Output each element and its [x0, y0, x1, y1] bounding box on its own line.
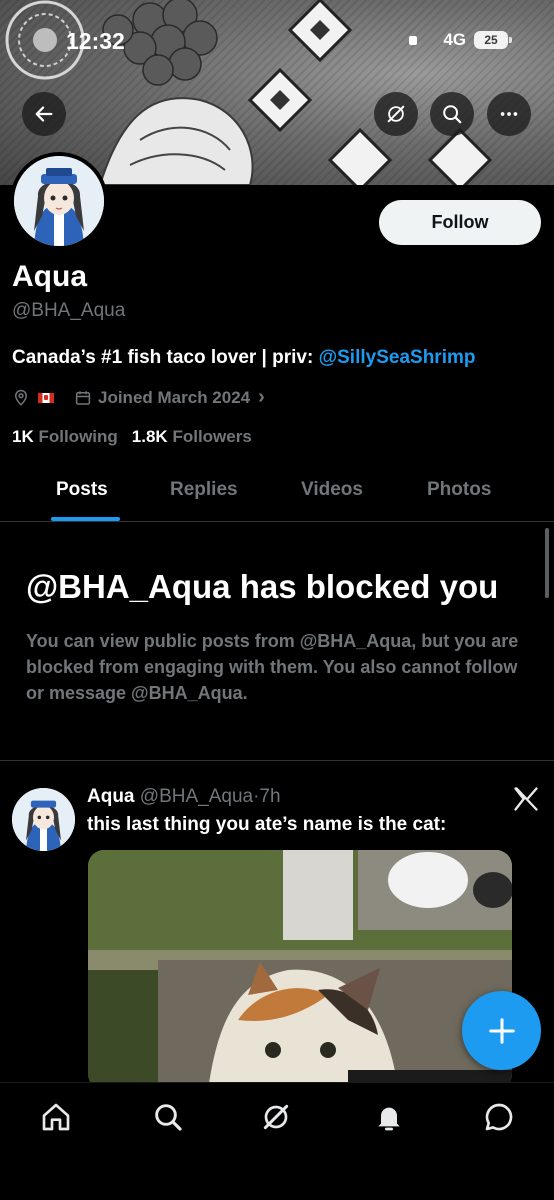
tab-posts[interactable]: Posts [56, 479, 108, 501]
post-author-name[interactable]: Aqua [87, 786, 135, 807]
display-name: Aqua [12, 260, 87, 293]
profile-avatar[interactable] [10, 152, 108, 250]
post-author-handle[interactable]: @BHA_Aqua [140, 786, 253, 807]
compose-button[interactable] [462, 991, 541, 1070]
signal-icon [409, 35, 418, 45]
profile-meta: Joined March 2024 › [12, 386, 265, 409]
bottom-navigation [0, 1082, 554, 1200]
messages-icon[interactable] [483, 1101, 515, 1133]
status-indicators: 4G 25 [409, 30, 512, 50]
compose-plus-icon [488, 1017, 515, 1044]
status-time: 12:32 [66, 28, 125, 54]
post-text: this last thing you ate’s name is the ca… [87, 814, 447, 835]
battery-icon: 25 [474, 31, 512, 49]
post-time: 7h [259, 786, 281, 807]
following-count: 1K [12, 427, 34, 446]
post-media-image[interactable] [88, 850, 512, 1090]
joined-date: Joined March 2024 [98, 387, 251, 407]
profile-handle: @BHA_Aqua [12, 300, 126, 321]
network-label: 4G [443, 30, 466, 49]
profile-stats: 1K Following 1.8K Followers [12, 427, 252, 447]
grok-button[interactable] [374, 92, 418, 136]
profile-bio: Canada’s #1 fish taco lover | priv: @Sil… [12, 347, 475, 369]
more-button[interactable] [487, 92, 531, 136]
bio-mention-link[interactable]: @SillySeaShrimp [319, 347, 476, 368]
more-icon [500, 112, 518, 116]
canada-flag-icon [38, 392, 54, 403]
tab-videos[interactable]: Videos [301, 479, 363, 501]
followers-count: 1.8K [131, 427, 168, 446]
x-logo-icon [514, 787, 538, 811]
back-arrow-icon [35, 106, 53, 122]
divider [0, 760, 554, 761]
post-header: Aqua @BHA_Aqua·7h [87, 786, 281, 808]
scrollbar[interactable] [545, 528, 549, 598]
tab-replies[interactable]: Replies [170, 479, 238, 501]
search-icon [443, 105, 462, 124]
following-label: Following [38, 427, 118, 446]
battery-level: 25 [484, 33, 498, 47]
blocked-message: You can view public posts from @BHA_Aqua… [26, 631, 519, 703]
post-author-avatar[interactable] [12, 788, 75, 851]
active-tab-indicator [51, 517, 120, 521]
followers-stat[interactable]: 1.8K Followers [132, 427, 252, 447]
calendar-icon [75, 390, 91, 405]
search-icon[interactable] [152, 1101, 184, 1133]
follow-button[interactable]: Follow [379, 200, 541, 245]
grok-icon[interactable] [260, 1101, 292, 1133]
notifications-icon[interactable] [373, 1101, 405, 1133]
cat-photo [88, 850, 512, 1090]
avatar-image [12, 788, 75, 851]
tab-photos[interactable]: Photos [427, 479, 491, 501]
blocked-title: @BHA_Aqua has blocked you [26, 568, 499, 605]
location-icon [14, 389, 28, 406]
home-icon[interactable] [40, 1101, 72, 1133]
followers-label: Followers [172, 427, 252, 446]
bio-text: Canada’s #1 fish taco lover | priv: [12, 347, 319, 368]
search-button[interactable] [430, 92, 474, 136]
profile-tabs: Posts Replies Videos Photos [0, 465, 554, 522]
back-button[interactable] [22, 92, 66, 136]
grok-icon [387, 105, 405, 123]
following-stat[interactable]: 1K Following [12, 427, 118, 447]
avatar-image [14, 156, 104, 246]
chevron-right-icon[interactable]: › [258, 386, 265, 409]
